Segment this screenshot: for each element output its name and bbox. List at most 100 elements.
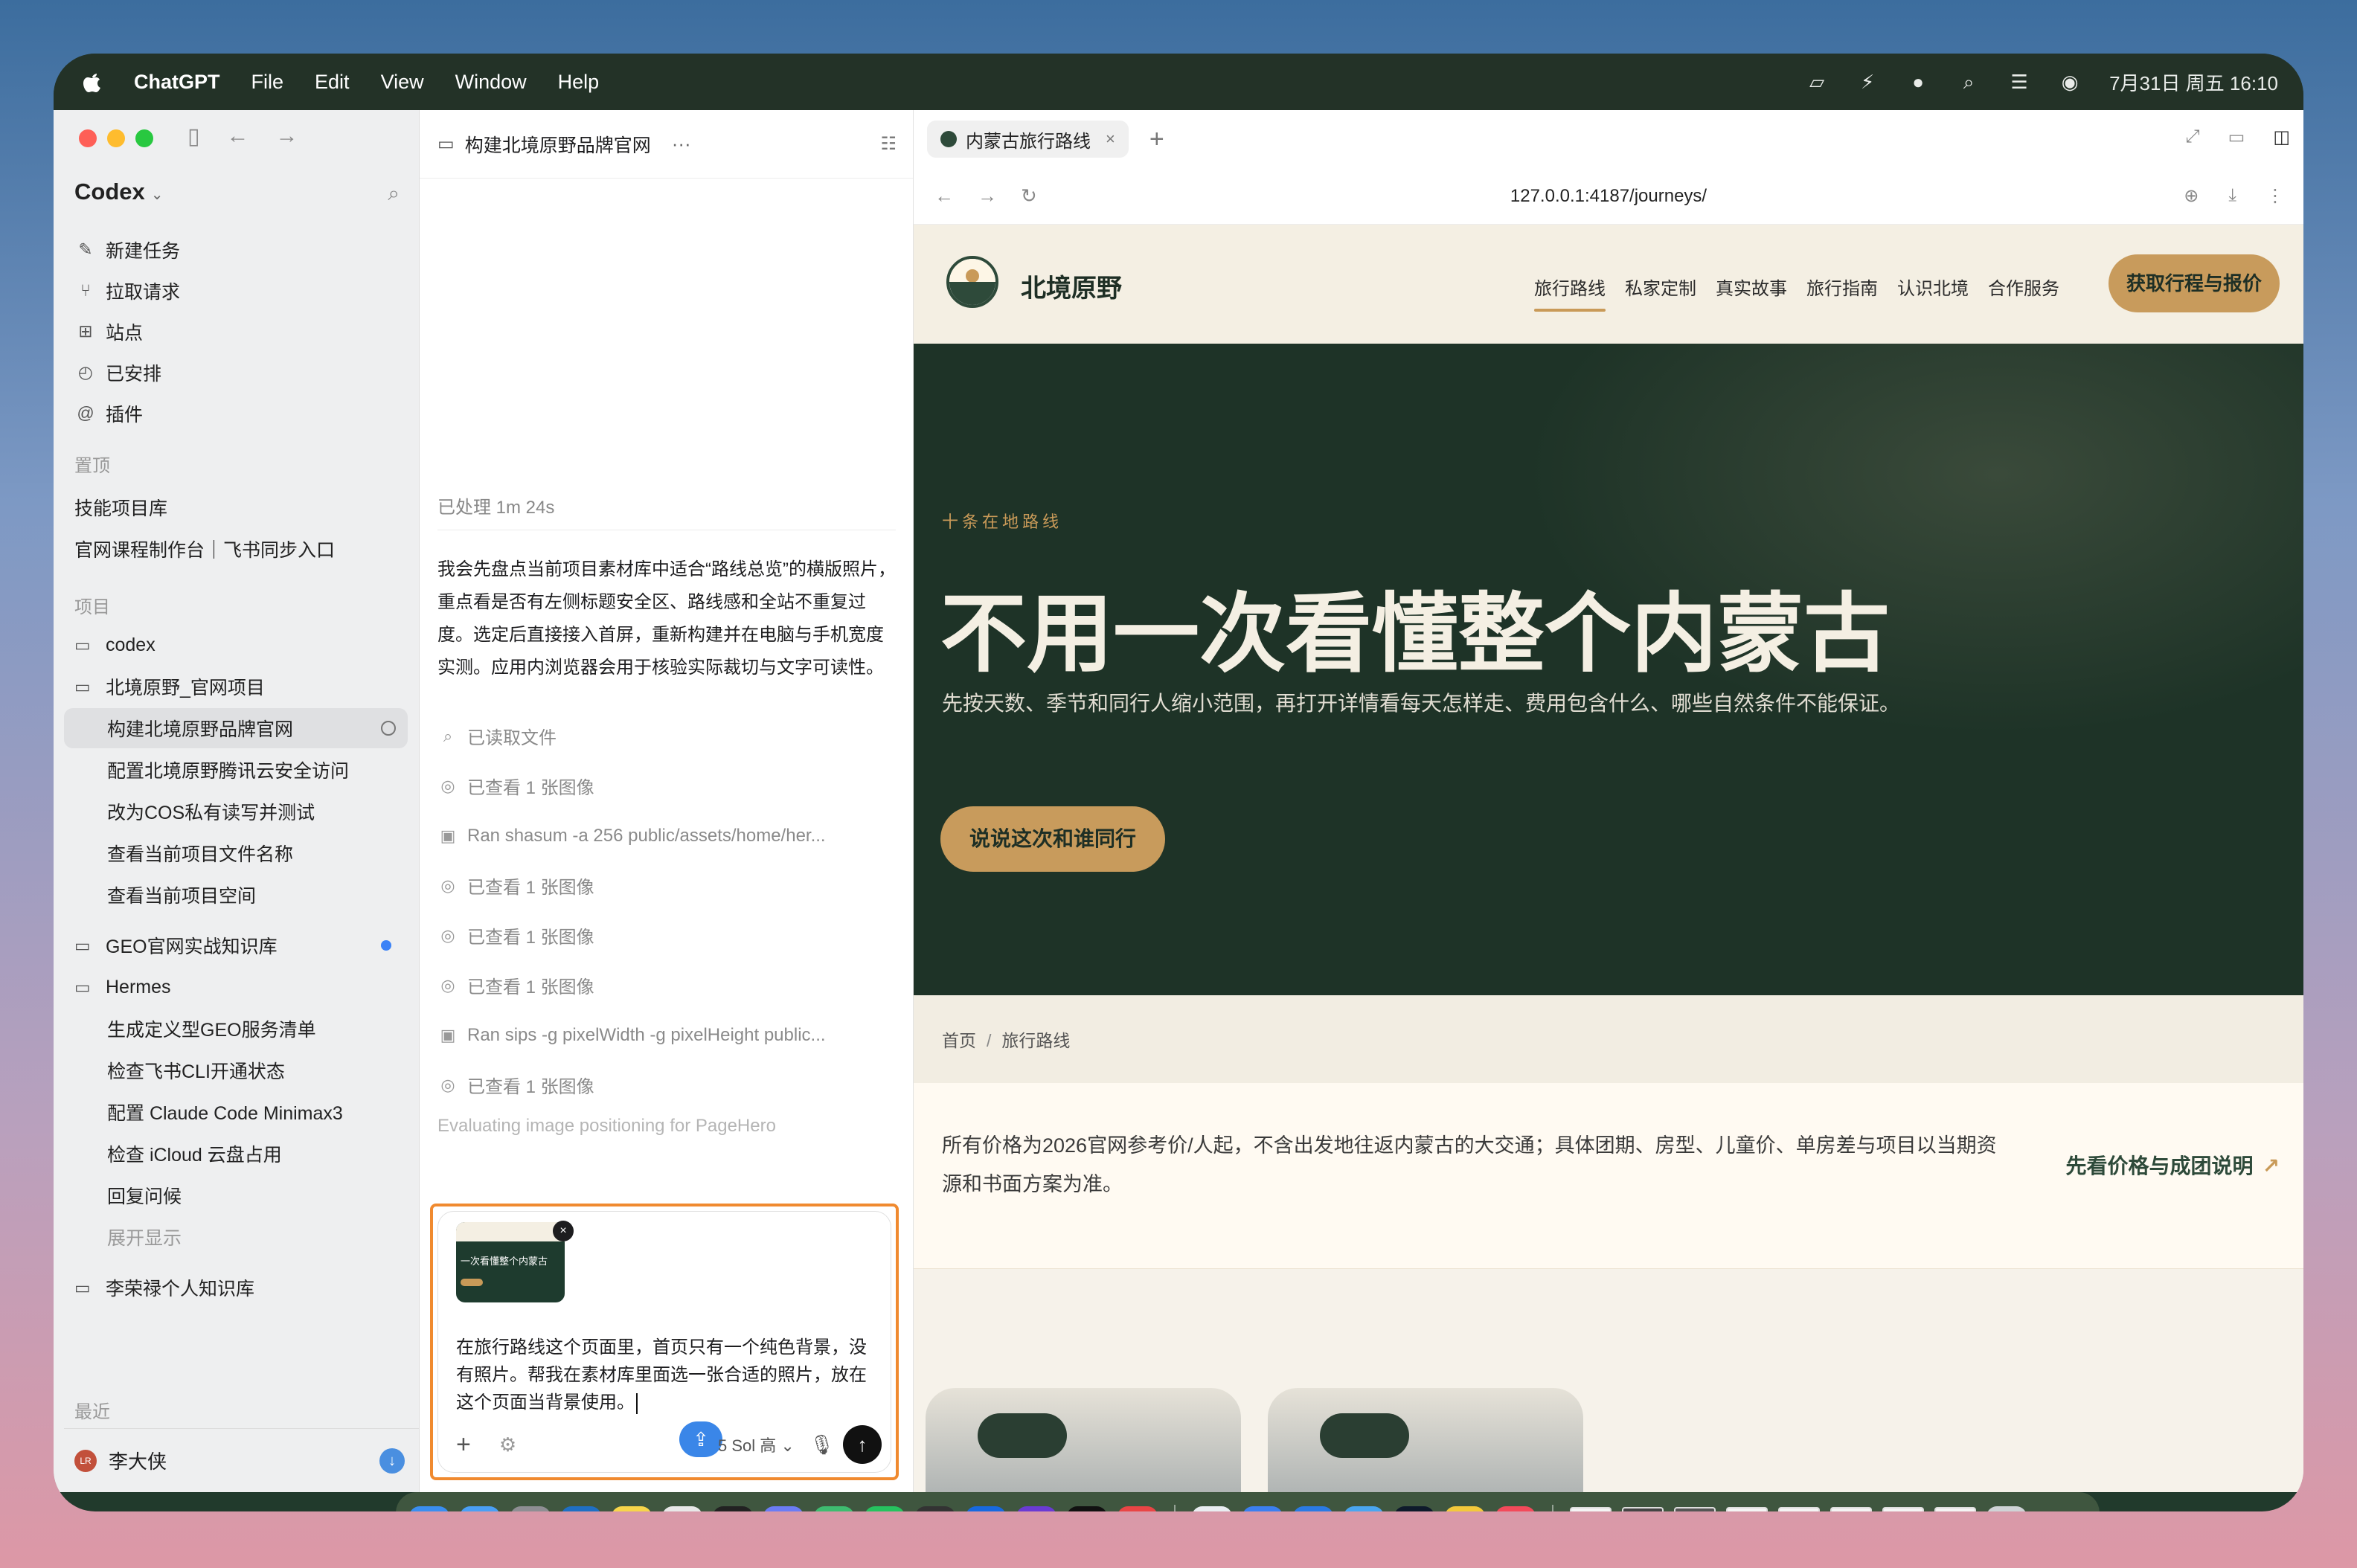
menubar-clock[interactable]: 7月31日 周五 16:10 bbox=[2109, 68, 2278, 96]
sidebar-toggle-icon[interactable]: ▯ bbox=[187, 123, 200, 150]
task-item[interactable]: 改为COS私有读写并测试 bbox=[64, 791, 408, 832]
app-icon[interactable]: ◈ bbox=[763, 1506, 804, 1511]
app-icon[interactable]: ◇ bbox=[1016, 1506, 1056, 1511]
safari-icon[interactable]: ⊘ bbox=[1344, 1506, 1384, 1511]
site-logo-icon[interactable] bbox=[946, 256, 998, 308]
panel-icon[interactable]: ▭ bbox=[2228, 126, 2245, 148]
action-run-command[interactable]: ▣ Ran shasum -a 256 public/assets/home/he… bbox=[437, 811, 896, 861]
project-personal[interactable]: ▭ 李荣禄个人知识库 bbox=[64, 1267, 408, 1308]
bolt-icon[interactable]: ⚡ bbox=[1856, 71, 1879, 93]
chrome-icon[interactable]: ◉ bbox=[662, 1506, 702, 1511]
journey-card[interactable] bbox=[926, 1388, 1241, 1492]
action-view-image[interactable]: ◎ 已查看 1 张图像 bbox=[437, 910, 896, 960]
sidebar-item-plugins[interactable]: @ 插件 bbox=[74, 393, 402, 434]
recent-window-thumbnail[interactable] bbox=[1570, 1507, 1612, 1511]
close-window-button[interactable] bbox=[79, 129, 97, 147]
action-view-image[interactable]: ◎ 已查看 1 张图像 bbox=[437, 761, 896, 811]
nav-link-about[interactable]: 认识北境 bbox=[1897, 274, 1969, 300]
menu-window[interactable]: Window bbox=[455, 71, 527, 94]
workspace-switcher[interactable]: Codex ⌄ bbox=[74, 179, 164, 205]
task-item[interactable]: 检查飞书CLI开通状态 bbox=[64, 1050, 408, 1090]
recent-window-thumbnail[interactable] bbox=[1674, 1507, 1716, 1511]
app-icon[interactable]: ✓ bbox=[966, 1506, 1006, 1511]
download-icon[interactable]: ↓ bbox=[379, 1447, 405, 1474]
task-item-active[interactable]: 构建北境原野品牌官网 bbox=[64, 708, 408, 748]
zoom-window-button[interactable] bbox=[135, 129, 153, 147]
iphone-mirroring-icon[interactable]: ▯ bbox=[1117, 1506, 1158, 1511]
recent-window-thumbnail[interactable] bbox=[1830, 1507, 1872, 1511]
app-menu[interactable]: ChatGPT bbox=[134, 71, 220, 94]
siri-icon[interactable]: ◉ bbox=[2059, 71, 2081, 93]
finder-icon[interactable]: ☺ bbox=[409, 1506, 449, 1511]
back-icon[interactable]: ← bbox=[227, 123, 249, 150]
status-dot-icon[interactable]: ● bbox=[1907, 71, 1929, 93]
nav-link-guide[interactable]: 旅行指南 bbox=[1806, 274, 1878, 300]
recent-window-thumbnail[interactable] bbox=[1622, 1507, 1664, 1511]
browser-tab[interactable]: 内蒙古旅行路线 × bbox=[927, 121, 1129, 158]
add-icon[interactable]: ⊕ bbox=[2184, 185, 2199, 207]
add-icon[interactable]: + bbox=[456, 1430, 471, 1459]
url-field[interactable]: 127.0.0.1:4187/journeys/ bbox=[914, 186, 2303, 207]
task-item[interactable]: 查看当前项目文件名称 bbox=[64, 833, 408, 873]
task-item[interactable]: 查看当前项目空间 bbox=[64, 875, 408, 915]
action-view-image[interactable]: ◎ 已查看 1 张图像 bbox=[437, 960, 896, 1010]
breadcrumb-home[interactable]: 首页 bbox=[942, 1031, 976, 1050]
project-geo[interactable]: ▭ GEO官网实战知识库 bbox=[64, 925, 408, 965]
processed-time[interactable]: 已处理 1m 24s bbox=[437, 492, 554, 518]
pinned-item[interactable]: 技能项目库 bbox=[74, 494, 167, 521]
settings-icon[interactable]: ⚙ bbox=[499, 1433, 516, 1456]
menu-edit[interactable]: Edit bbox=[315, 71, 350, 94]
nav-link-custom[interactable]: 私家定制 bbox=[1625, 274, 1696, 300]
price-notice-link[interactable]: 先看价格与成团说明 ↗ bbox=[2066, 1150, 2280, 1180]
attachment-thumbnail[interactable]: 一次看懂整个内蒙古 bbox=[456, 1222, 565, 1302]
expand-icon[interactable]: ⤢ bbox=[2185, 126, 2199, 148]
music-icon[interactable]: ♫ bbox=[1495, 1506, 1536, 1511]
sidebar-item-new-task[interactable]: ✎ 新建任务 bbox=[74, 229, 402, 270]
app-icon[interactable]: ◩ bbox=[915, 1506, 955, 1511]
sidebar-item-sites[interactable]: ⊞ 站点 bbox=[74, 311, 402, 352]
spotlight-icon[interactable]: ⌕ bbox=[1957, 71, 1980, 93]
apple-icon[interactable] bbox=[82, 70, 103, 94]
app-icon[interactable]: ⚡ bbox=[1242, 1506, 1283, 1511]
quote-cta-button[interactable]: 获取行程与报价 bbox=[2109, 254, 2280, 312]
download-icon[interactable]: ⤓ bbox=[2228, 185, 2236, 207]
menu-help[interactable]: Help bbox=[558, 71, 600, 94]
outline-toggle-icon[interactable]: ☷ bbox=[880, 133, 897, 155]
sidebar-item-pull-requests[interactable]: ⑂ 拉取请求 bbox=[74, 270, 402, 311]
action-run-command[interactable]: ▣ Ran sips -g pixelWidth -g pixelHeight p… bbox=[437, 1010, 896, 1060]
project-beijing[interactable]: ▭ 北境原野_官网项目 bbox=[64, 666, 408, 707]
app-icon[interactable]: ☾ bbox=[1394, 1506, 1434, 1511]
menu-view[interactable]: View bbox=[381, 71, 424, 94]
terminal-icon[interactable]: ›_ bbox=[713, 1506, 753, 1511]
close-tab-icon[interactable]: × bbox=[1106, 129, 1115, 149]
user-account[interactable]: LR 李大侠 ↓ bbox=[64, 1428, 420, 1492]
task-item[interactable]: 配置 Claude Code Minimax3 bbox=[64, 1092, 408, 1132]
project-hermes[interactable]: ▭ Hermes bbox=[64, 967, 408, 1007]
control-center-icon[interactable]: ☰ bbox=[2008, 71, 2030, 93]
vscode-icon[interactable]: ⟨⟩ bbox=[561, 1506, 601, 1511]
more-options-icon[interactable]: ··· bbox=[672, 132, 691, 155]
nav-link-stories[interactable]: 真实故事 bbox=[1716, 274, 1787, 300]
recent-window-thumbnail[interactable] bbox=[1726, 1507, 1768, 1511]
menu-file[interactable]: File bbox=[251, 71, 284, 94]
recent-window-thumbnail[interactable] bbox=[1882, 1507, 1924, 1511]
recent-window-thumbnail[interactable] bbox=[1778, 1507, 1820, 1511]
remove-attachment-button[interactable]: × bbox=[553, 1221, 574, 1241]
screen-mirror-icon[interactable]: ▱ bbox=[1806, 71, 1828, 93]
notes-icon[interactable]: ≡ bbox=[612, 1506, 652, 1511]
app-icon[interactable]: ◆ bbox=[814, 1506, 854, 1511]
minimize-window-button[interactable] bbox=[107, 129, 125, 147]
action-read-files[interactable]: ⌕ 已读取文件 bbox=[437, 711, 896, 761]
chat-title[interactable]: 构建北境原野品牌官网 bbox=[465, 131, 651, 158]
wechat-icon[interactable]: ✆ bbox=[865, 1506, 905, 1511]
recent-window-thumbnail[interactable] bbox=[1934, 1507, 1976, 1511]
pinned-item[interactable]: 官网课程制作台｜飞书同步入口 bbox=[74, 536, 335, 562]
hero-cta-button[interactable]: 说说这次和谁同行 bbox=[940, 806, 1165, 872]
expand-more-button[interactable]: 展开显示 bbox=[64, 1217, 408, 1257]
preview-icon[interactable]: ▤ bbox=[1192, 1506, 1232, 1511]
activity-monitor-icon[interactable]: ∿ bbox=[1067, 1506, 1107, 1511]
search-icon[interactable]: ⌕ bbox=[388, 181, 400, 206]
project-codex[interactable]: ▭ codex bbox=[64, 625, 408, 665]
action-view-image[interactable]: ◎ 已查看 1 张图像 bbox=[437, 861, 896, 910]
sidebar-item-scheduled[interactable]: ◴ 已安排 bbox=[74, 352, 402, 393]
